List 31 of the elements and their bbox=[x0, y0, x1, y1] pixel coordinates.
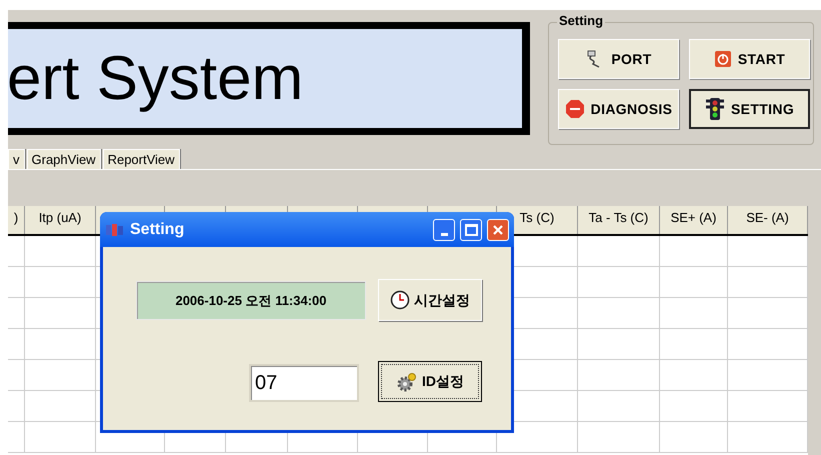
close-icon bbox=[492, 224, 504, 236]
column-header: ) bbox=[8, 206, 25, 234]
id-input-field[interactable]: 07 bbox=[249, 364, 359, 402]
toolbar-button[interactable]: DIAGNOSIS bbox=[558, 89, 679, 129]
maximize-icon bbox=[464, 224, 478, 236]
group-title: Setting bbox=[557, 14, 606, 27]
dialog-title: Setting bbox=[130, 220, 186, 240]
clock-icon bbox=[390, 290, 410, 310]
gear-icon bbox=[396, 370, 418, 392]
view-tab[interactable]: v bbox=[8, 149, 24, 169]
view-tab[interactable]: ReportView bbox=[102, 149, 180, 169]
traffic-light-icon bbox=[704, 97, 725, 121]
column-header: Itp (uA) bbox=[25, 206, 96, 234]
datetime-display: 2006-10-25 오전 11:34:00 bbox=[175, 292, 327, 310]
view-tab[interactable]: GraphView bbox=[26, 149, 101, 169]
set-id-button[interactable]: ID설정 bbox=[378, 361, 482, 402]
column-header: Ta - Ts (C) bbox=[578, 206, 660, 234]
column-header: SE- (A) bbox=[728, 206, 808, 234]
set-time-button[interactable]: 시간설정 bbox=[378, 279, 482, 321]
minimize-button[interactable] bbox=[433, 218, 455, 240]
minimize-icon bbox=[440, 232, 448, 236]
app-icon bbox=[105, 222, 125, 236]
toolbar-button[interactable]: PORT bbox=[558, 39, 679, 79]
maximize-button[interactable] bbox=[460, 218, 482, 240]
power-icon bbox=[714, 50, 732, 68]
stop-sign-icon bbox=[564, 99, 585, 119]
banner-title: ert System bbox=[7, 48, 304, 110]
close-button[interactable] bbox=[487, 218, 509, 240]
toolbar-button[interactable]: SETTING bbox=[689, 89, 810, 129]
toolbar-button[interactable]: START bbox=[689, 39, 810, 79]
column-header: SE+ (A) bbox=[660, 206, 728, 234]
